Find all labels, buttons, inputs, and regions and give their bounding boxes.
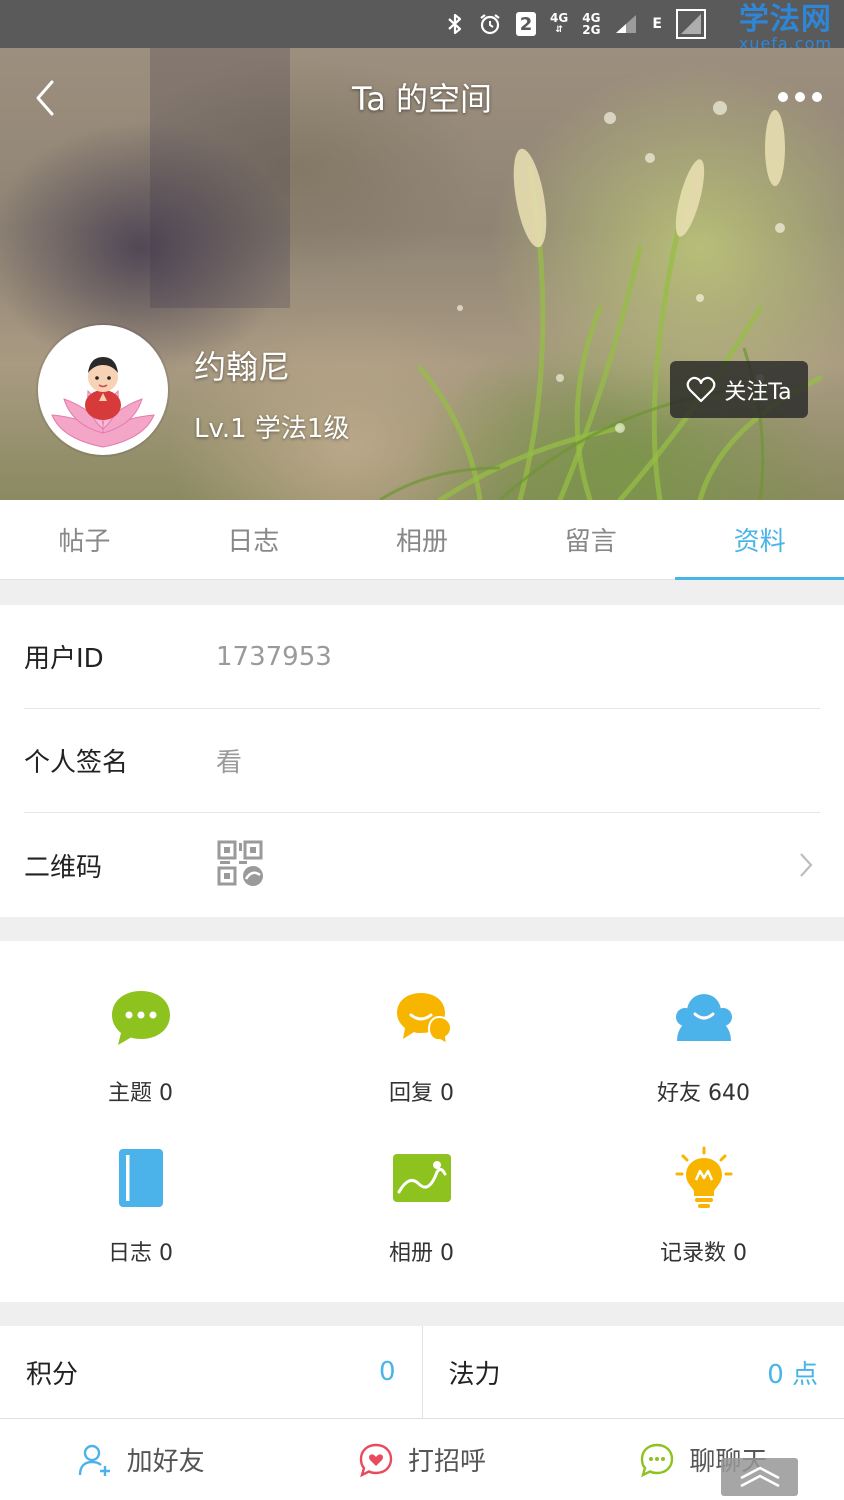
lightbulb-icon <box>669 1143 739 1213</box>
add-friend-label: 加好友 <box>126 1447 205 1477</box>
status-bar: 2 4G ⇵ 4G 2G E <box>0 0 844 48</box>
add-friend-button[interactable]: 加好友 <box>0 1419 281 1500</box>
stat-replies-value: 0 <box>440 1081 454 1106</box>
user-level: Lv.1 学法1级 <box>194 414 350 444</box>
signature-row: 个人签名 看 <box>24 709 820 813</box>
greet-label: 打招呼 <box>407 1447 486 1477</box>
network-4g-label: 4G <box>550 11 569 25</box>
more-dot-icon <box>812 92 822 102</box>
bluetooth-icon <box>446 12 464 36</box>
avatar[interactable] <box>38 325 168 455</box>
tab-bar: 帖子 日志 相册 留言 资料 <box>0 500 844 580</box>
stat-albums[interactable]: 相册 0 <box>281 1143 562 1267</box>
power-cell: 法力 0 点 <box>421 1326 844 1418</box>
stat-albums-label: 相册 <box>388 1241 433 1266</box>
stat-friends-value: 640 <box>708 1081 750 1106</box>
tab-journal[interactable]: 日志 <box>169 500 338 579</box>
greet-button[interactable]: 打招呼 <box>281 1419 562 1500</box>
stat-replies-label: 回复 <box>388 1081 433 1106</box>
watermark-logo: 学法网 <box>738 2 832 37</box>
notebook-icon <box>106 1143 176 1213</box>
data-arrows-icon: ⇵ <box>555 25 563 35</box>
signature-value: 看 <box>216 748 243 778</box>
user-id-row: 用户ID 1737953 <box>24 605 820 709</box>
stat-journals-value: 0 <box>159 1241 173 1266</box>
score-label: 积分 <box>26 1359 79 1390</box>
signal-icon <box>614 13 638 35</box>
profile-header: Ta 的空间 约翰尼 Lv.1 学法1级 关注Ta <box>0 48 844 500</box>
reply-bubbles-icon <box>387 983 457 1053</box>
user-id-value: 1737953 <box>216 641 332 672</box>
signal-icon-2 <box>676 9 706 39</box>
alarm-icon <box>478 12 502 36</box>
qrcode-icon <box>216 839 264 891</box>
user-id-label: 用户ID <box>24 644 104 674</box>
profile-info-section: 用户ID 1737953 个人签名 看 二维码 <box>0 605 844 917</box>
scroll-to-top-button[interactable] <box>721 1458 798 1496</box>
tab-posts[interactable]: 帖子 <box>0 500 169 579</box>
stat-topics-label: 主题 <box>107 1081 152 1106</box>
network-4g: 4G ⇵ <box>550 12 568 36</box>
stat-friends[interactable]: 好友 640 <box>563 983 844 1107</box>
page-title: Ta 的空间 <box>351 80 493 118</box>
stat-topics[interactable]: 主题 0 <box>0 983 281 1107</box>
tab-messages[interactable]: 留言 <box>506 500 675 579</box>
network-bottom-label: 2G <box>582 23 601 37</box>
network-4g-2g: 4G 2G <box>582 12 600 36</box>
stat-records-value: 0 <box>733 1241 747 1266</box>
score-value: 0 <box>378 1357 396 1387</box>
sim-badge: 2 <box>516 12 537 36</box>
stat-records[interactable]: 记录数 0 <box>563 1143 844 1267</box>
lotus-child-avatar-icon <box>42 329 164 451</box>
chat-button[interactable]: 聊聊天 <box>563 1419 844 1500</box>
power-value: 0 点 <box>767 1359 818 1390</box>
watermark: 学法网 xuefa.com <box>739 4 832 52</box>
friends-icon <box>669 983 739 1053</box>
stat-records-label: 记录数 <box>659 1241 726 1266</box>
tab-album[interactable]: 相册 <box>338 500 507 579</box>
stat-journals-label: 日志 <box>107 1241 152 1266</box>
power-label: 法力 <box>448 1359 501 1390</box>
more-dot-icon <box>778 92 788 102</box>
chat-bubble-icon <box>106 983 176 1053</box>
points-section: 积分 0 法力 0 点 <box>0 1326 844 1418</box>
username: 约翰尼 <box>194 348 291 386</box>
tab-profile[interactable]: 资料 <box>675 500 844 580</box>
chat-icon <box>641 1443 674 1477</box>
photo-album-icon <box>387 1143 457 1213</box>
qrcode-row[interactable]: 二维码 <box>24 813 820 917</box>
network-e-label: E <box>652 16 662 32</box>
score-cell: 积分 0 <box>0 1326 422 1418</box>
qrcode-label: 二维码 <box>24 852 103 883</box>
stats-grid: 主题 0 回复 0 好友 640 日志 0 相册 0 记录数 0 <box>0 941 844 1302</box>
chevron-right-icon <box>798 851 814 883</box>
add-user-icon <box>78 1444 110 1476</box>
more-dot-icon <box>795 92 805 102</box>
more-options-button[interactable] <box>778 88 822 106</box>
follow-button[interactable]: 关注Ta <box>670 361 808 418</box>
signature-label: 个人签名 <box>24 748 129 778</box>
bottom-action-bar: 加好友 打招呼 聊聊天 <box>0 1418 844 1500</box>
heart-icon <box>686 376 716 402</box>
stat-journals[interactable]: 日志 0 <box>0 1143 281 1267</box>
follow-label: 关注Ta <box>724 379 792 405</box>
stat-friends-label: 好友 <box>656 1081 701 1106</box>
stat-topics-value: 0 <box>159 1081 173 1106</box>
heart-bubble-icon <box>359 1443 393 1477</box>
stat-albums-value: 0 <box>440 1241 454 1266</box>
stat-replies[interactable]: 回复 0 <box>281 983 562 1107</box>
double-chevron-up-icon <box>739 1466 780 1488</box>
